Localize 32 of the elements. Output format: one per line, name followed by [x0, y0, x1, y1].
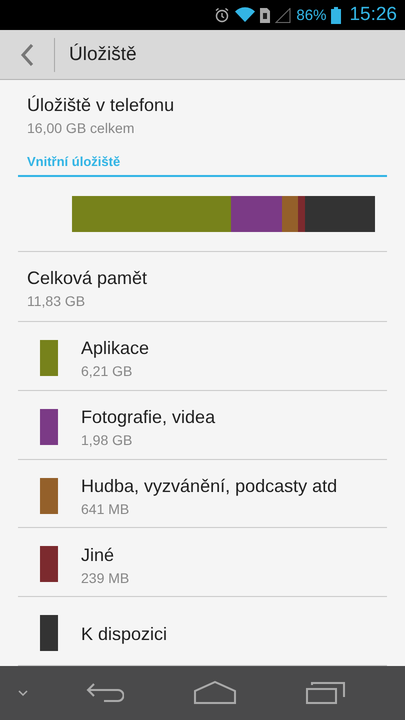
total-memory-title: Celková pamět — [27, 268, 148, 289]
category-title: Fotografie, videa — [81, 407, 216, 428]
section-header: Vnitřní úložiště — [18, 154, 387, 177]
category-title: Aplikace — [81, 338, 150, 360]
total-memory-value: 11,83 GB — [27, 293, 86, 309]
wifi-icon — [235, 7, 256, 23]
sim-card-icon — [260, 8, 270, 22]
category-size: 6,21 GB — [81, 363, 134, 380]
category-item[interactable]: Fotografie, videa 1,98 GB — [18, 390, 387, 460]
home-icon[interactable] — [194, 681, 236, 705]
category-size: 239 MB — [81, 570, 130, 586]
recent-apps-icon[interactable] — [306, 681, 346, 705]
category-title: K dispozici — [81, 624, 168, 645]
category-item[interactable]: Aplikace 6,21 GB — [18, 322, 387, 391]
clock-time: 15:26 — [349, 4, 397, 26]
category-title: Jiné — [81, 544, 116, 566]
total-memory-row[interactable]: Celková pamět 11,83 GB — [18, 252, 387, 322]
storage-total: 16,00 GB celkem — [27, 120, 136, 136]
storage-title: Úložiště v telefonu — [27, 95, 176, 116]
chevron-down-icon[interactable] — [17, 689, 29, 697]
category-item[interactable]: Hudba, vyzvánění, podcasty atd 641 MB — [18, 460, 387, 528]
category-size: 641 MB — [81, 500, 130, 517]
category-title: Hudba, vyzvánění, podcasty atd — [81, 476, 338, 497]
signal-icon — [275, 8, 292, 22]
category-size: 1,98 GB — [81, 432, 134, 448]
battery-icon — [331, 6, 342, 24]
alarm-icon — [214, 7, 230, 23]
screen-title: Úložiště — [69, 44, 137, 66]
category-item[interactable]: Jiné 239 MB — [18, 528, 387, 598]
back-icon — [20, 42, 34, 66]
back-nav-icon[interactable] — [84, 681, 124, 705]
battery-percent: 86% — [296, 6, 326, 24]
